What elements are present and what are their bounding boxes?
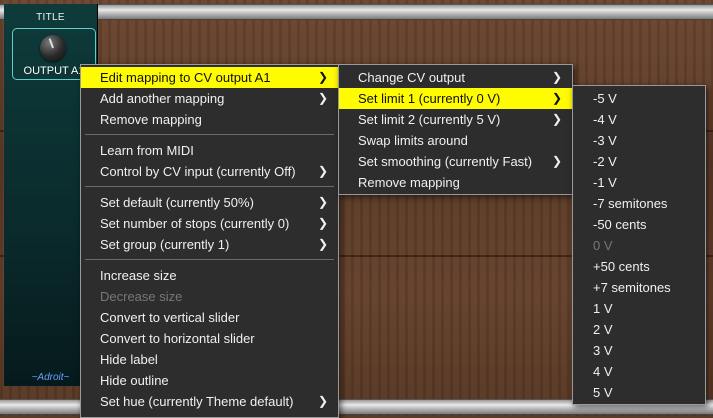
menu-item-label: 1 V [593,301,613,316]
limit-option[interactable]: 2 V [573,319,705,340]
limit-option[interactable]: -2 V [573,151,705,172]
limit-option[interactable]: -5 V [573,88,705,109]
menu-item-label: Set smoothing (currently Fast) [358,154,533,169]
menu-item-label: 2 V [593,322,613,337]
menu-item-set-group[interactable]: Set group (currently 1) ❯ [81,234,338,255]
menu-item-label: Edit mapping to CV output A1 [100,70,271,85]
chevron-right-icon: ❯ [551,91,562,105]
menu-item-set-stops[interactable]: Set number of stops (currently 0) ❯ [81,213,338,234]
limit-option[interactable]: +50 cents [573,256,705,277]
chevron-right-icon: ❯ [317,70,328,84]
menu-item-label: Decrease size [100,289,183,304]
menu-item-label: -7 semitones [593,196,668,211]
menu-item-label: -1 V [593,175,617,190]
menu-item-set-default[interactable]: Set default (currently 50%) ❯ [81,192,338,213]
limit-option[interactable]: -1 V [573,172,705,193]
menu-item-label: Convert to horizontal slider [100,331,255,346]
chevron-right-icon: ❯ [317,394,328,408]
menu-item-convert-horizontal[interactable]: Convert to horizontal slider [81,328,338,349]
menu-item-edit-mapping[interactable]: Edit mapping to CV output A1 ❯ [81,67,338,88]
menu-item-label: Set hue (currently Theme default) [100,394,294,409]
menu-item-label: Hide outline [100,373,169,388]
limit-option[interactable]: -3 V [573,130,705,151]
limit-option-current: 0 V [573,235,705,256]
menu-item-label: -2 V [593,154,617,169]
limit-option[interactable]: 5 V [573,382,705,403]
chevron-right-icon: ❯ [317,195,328,209]
rack-rail-top [0,4,713,20]
knob-icon[interactable] [40,35,66,61]
limit-option[interactable]: 4 V [573,361,705,382]
menu-separator [85,134,334,135]
menu-item-hide-outline[interactable]: Hide outline [81,370,338,391]
limit-option[interactable]: -7 semitones [573,193,705,214]
menu-item-label: Hide label [100,352,158,367]
menu-item-add-mapping[interactable]: Add another mapping ❯ [81,88,338,109]
menu-separator [85,186,334,187]
menu-item-label: Convert to vertical slider [100,310,240,325]
menu-item-decrease-size: Decrease size [81,286,338,307]
menu-item-label: Learn from MIDI [100,143,194,158]
menu-item-control-by-cv[interactable]: Control by CV input (currently Off) ❯ [81,161,338,182]
menu-item-label: -3 V [593,133,617,148]
menu-item-label: Swap limits around [358,133,468,148]
limit-option[interactable]: 1 V [573,298,705,319]
menu-item-label: Increase size [100,268,177,283]
chevron-right-icon: ❯ [317,164,328,178]
menu-item-label: 3 V [593,343,613,358]
menu-item-hide-label[interactable]: Hide label [81,349,338,370]
limit-option[interactable]: -4 V [573,109,705,130]
menu-item-label: -50 cents [593,217,647,232]
menu-item-change-cv-output[interactable]: Change CV output ❯ [339,67,572,88]
menu-item-set-limit-2[interactable]: Set limit 2 (currently 5 V) ❯ [339,109,572,130]
menu-item-label: +50 cents [593,259,650,274]
menu-item-label: Set limit 1 (currently 0 V) [358,91,501,106]
menu-item-label: +7 semitones [593,280,671,295]
menu-item-convert-vertical[interactable]: Convert to vertical slider [81,307,338,328]
menu-item-label: Set limit 2 (currently 5 V) [358,112,501,127]
menu-item-label: 5 V [593,385,613,400]
menu-item-label: Remove mapping [100,112,202,127]
menu-item-label: -5 V [593,91,617,106]
menu-item-label: -4 V [593,112,617,127]
chevron-right-icon: ❯ [317,91,328,105]
menu-item-increase-size[interactable]: Increase size [81,265,338,286]
limit-option[interactable]: +7 semitones [573,277,705,298]
menu-item-set-smoothing[interactable]: Set smoothing (currently Fast) ❯ [339,151,572,172]
menu-item-label: Add another mapping [100,91,225,106]
menu-item-label: Set number of stops (currently 0) [100,216,290,231]
menu-item-learn-midi[interactable]: Learn from MIDI [81,140,338,161]
limit-submenu: -5 V -4 V -3 V -2 V -1 V -7 semitones -5… [572,85,706,405]
menu-item-swap-limits[interactable]: Swap limits around [339,130,572,151]
module-title: TITLE [36,12,65,23]
chevron-right-icon: ❯ [317,237,328,251]
limit-option[interactable]: 3 V [573,340,705,361]
menu-separator [85,259,334,260]
chevron-right-icon: ❯ [317,216,328,230]
chevron-right-icon: ❯ [551,154,562,168]
menu-item-label: 4 V [593,364,613,379]
menu-item-label: Control by CV input (currently Off) [100,164,296,179]
mapping-submenu: Change CV output ❯ Set limit 1 (currentl… [338,64,573,195]
menu-item-remove-mapping[interactable]: Remove mapping [81,109,338,130]
menu-item-label: Set group (currently 1) [100,237,230,252]
context-menu: Edit mapping to CV output A1 ❯ Add anoth… [80,64,339,418]
menu-item-label: Change CV output [358,70,465,85]
menu-item-set-hue[interactable]: Set hue (currently Theme default) ❯ [81,391,338,412]
limit-option[interactable]: -50 cents [573,214,705,235]
menu-item-label: 0 V [593,238,613,253]
chevron-right-icon: ❯ [551,112,562,126]
menu-item-set-limit-1[interactable]: Set limit 1 (currently 0 V) ❯ [339,88,572,109]
chevron-right-icon: ❯ [551,70,562,84]
menu-item-label: Set default (currently 50%) [100,195,254,210]
menu-item-label: Remove mapping [358,175,460,190]
menu-item-remove-mapping-sub[interactable]: Remove mapping [339,172,572,193]
